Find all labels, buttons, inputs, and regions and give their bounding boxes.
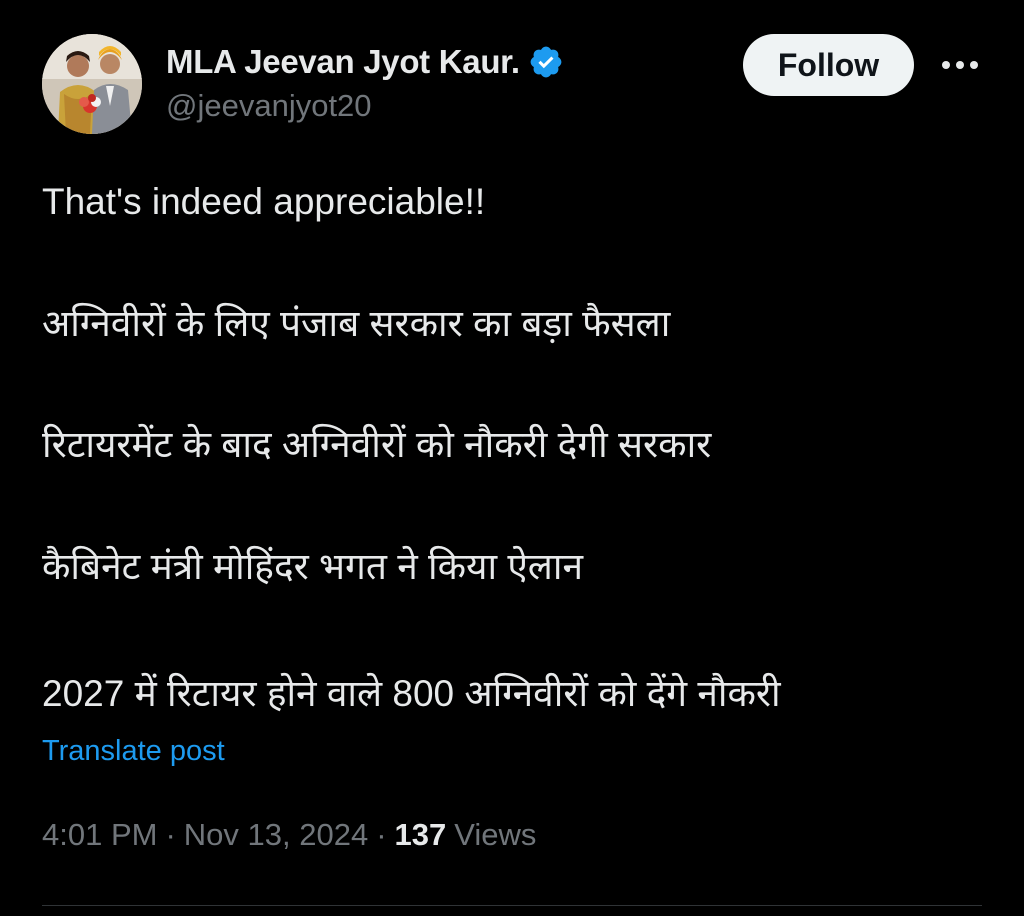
verified-badge-icon[interactable] xyxy=(528,44,564,80)
post-time[interactable]: 4:01 PM xyxy=(42,817,157,853)
post-line: कैबिनेट मंत्री मोहिंदर भगत ने किया ऐलान xyxy=(42,546,584,587)
post-meta: 4:01 PM · Nov 13, 2024 · 137 Views xyxy=(42,817,536,853)
divider xyxy=(42,905,982,906)
meta-separator: · xyxy=(376,817,387,852)
author-handle[interactable]: @jeevanjyot20 xyxy=(166,88,564,124)
meta-separator: · xyxy=(165,817,176,852)
profile-photo xyxy=(42,34,142,134)
post-line: रिटायरमेंट के बाद अग्निवीरों को नौकरी दे… xyxy=(42,424,712,465)
author-identity: MLA Jeevan Jyot Kaur. @jeevanjyot20 xyxy=(166,40,564,124)
post-line: 2027 में रिटायर होने वाले 800 अग्निवीरों… xyxy=(42,673,781,714)
author-name-row: MLA Jeevan Jyot Kaur. xyxy=(166,40,564,84)
post-date[interactable]: Nov 13, 2024 xyxy=(184,817,368,853)
post-line: अग्निवीरों के लिए पंजाब सरकार का बड़ा फै… xyxy=(42,303,671,344)
views-label: Views xyxy=(454,817,537,852)
views-count: 137 xyxy=(394,817,447,852)
avatar[interactable] xyxy=(42,34,142,134)
post-line: That's indeed appreciable!! xyxy=(42,181,486,222)
translate-post-link[interactable]: Translate post xyxy=(42,735,225,768)
follow-button[interactable]: Follow xyxy=(743,34,914,96)
more-horizontal-icon[interactable] xyxy=(938,48,982,82)
post-header: MLA Jeevan Jyot Kaur. @jeevanjyot20 Foll… xyxy=(42,34,992,134)
author-display-name[interactable]: MLA Jeevan Jyot Kaur. xyxy=(166,43,520,81)
